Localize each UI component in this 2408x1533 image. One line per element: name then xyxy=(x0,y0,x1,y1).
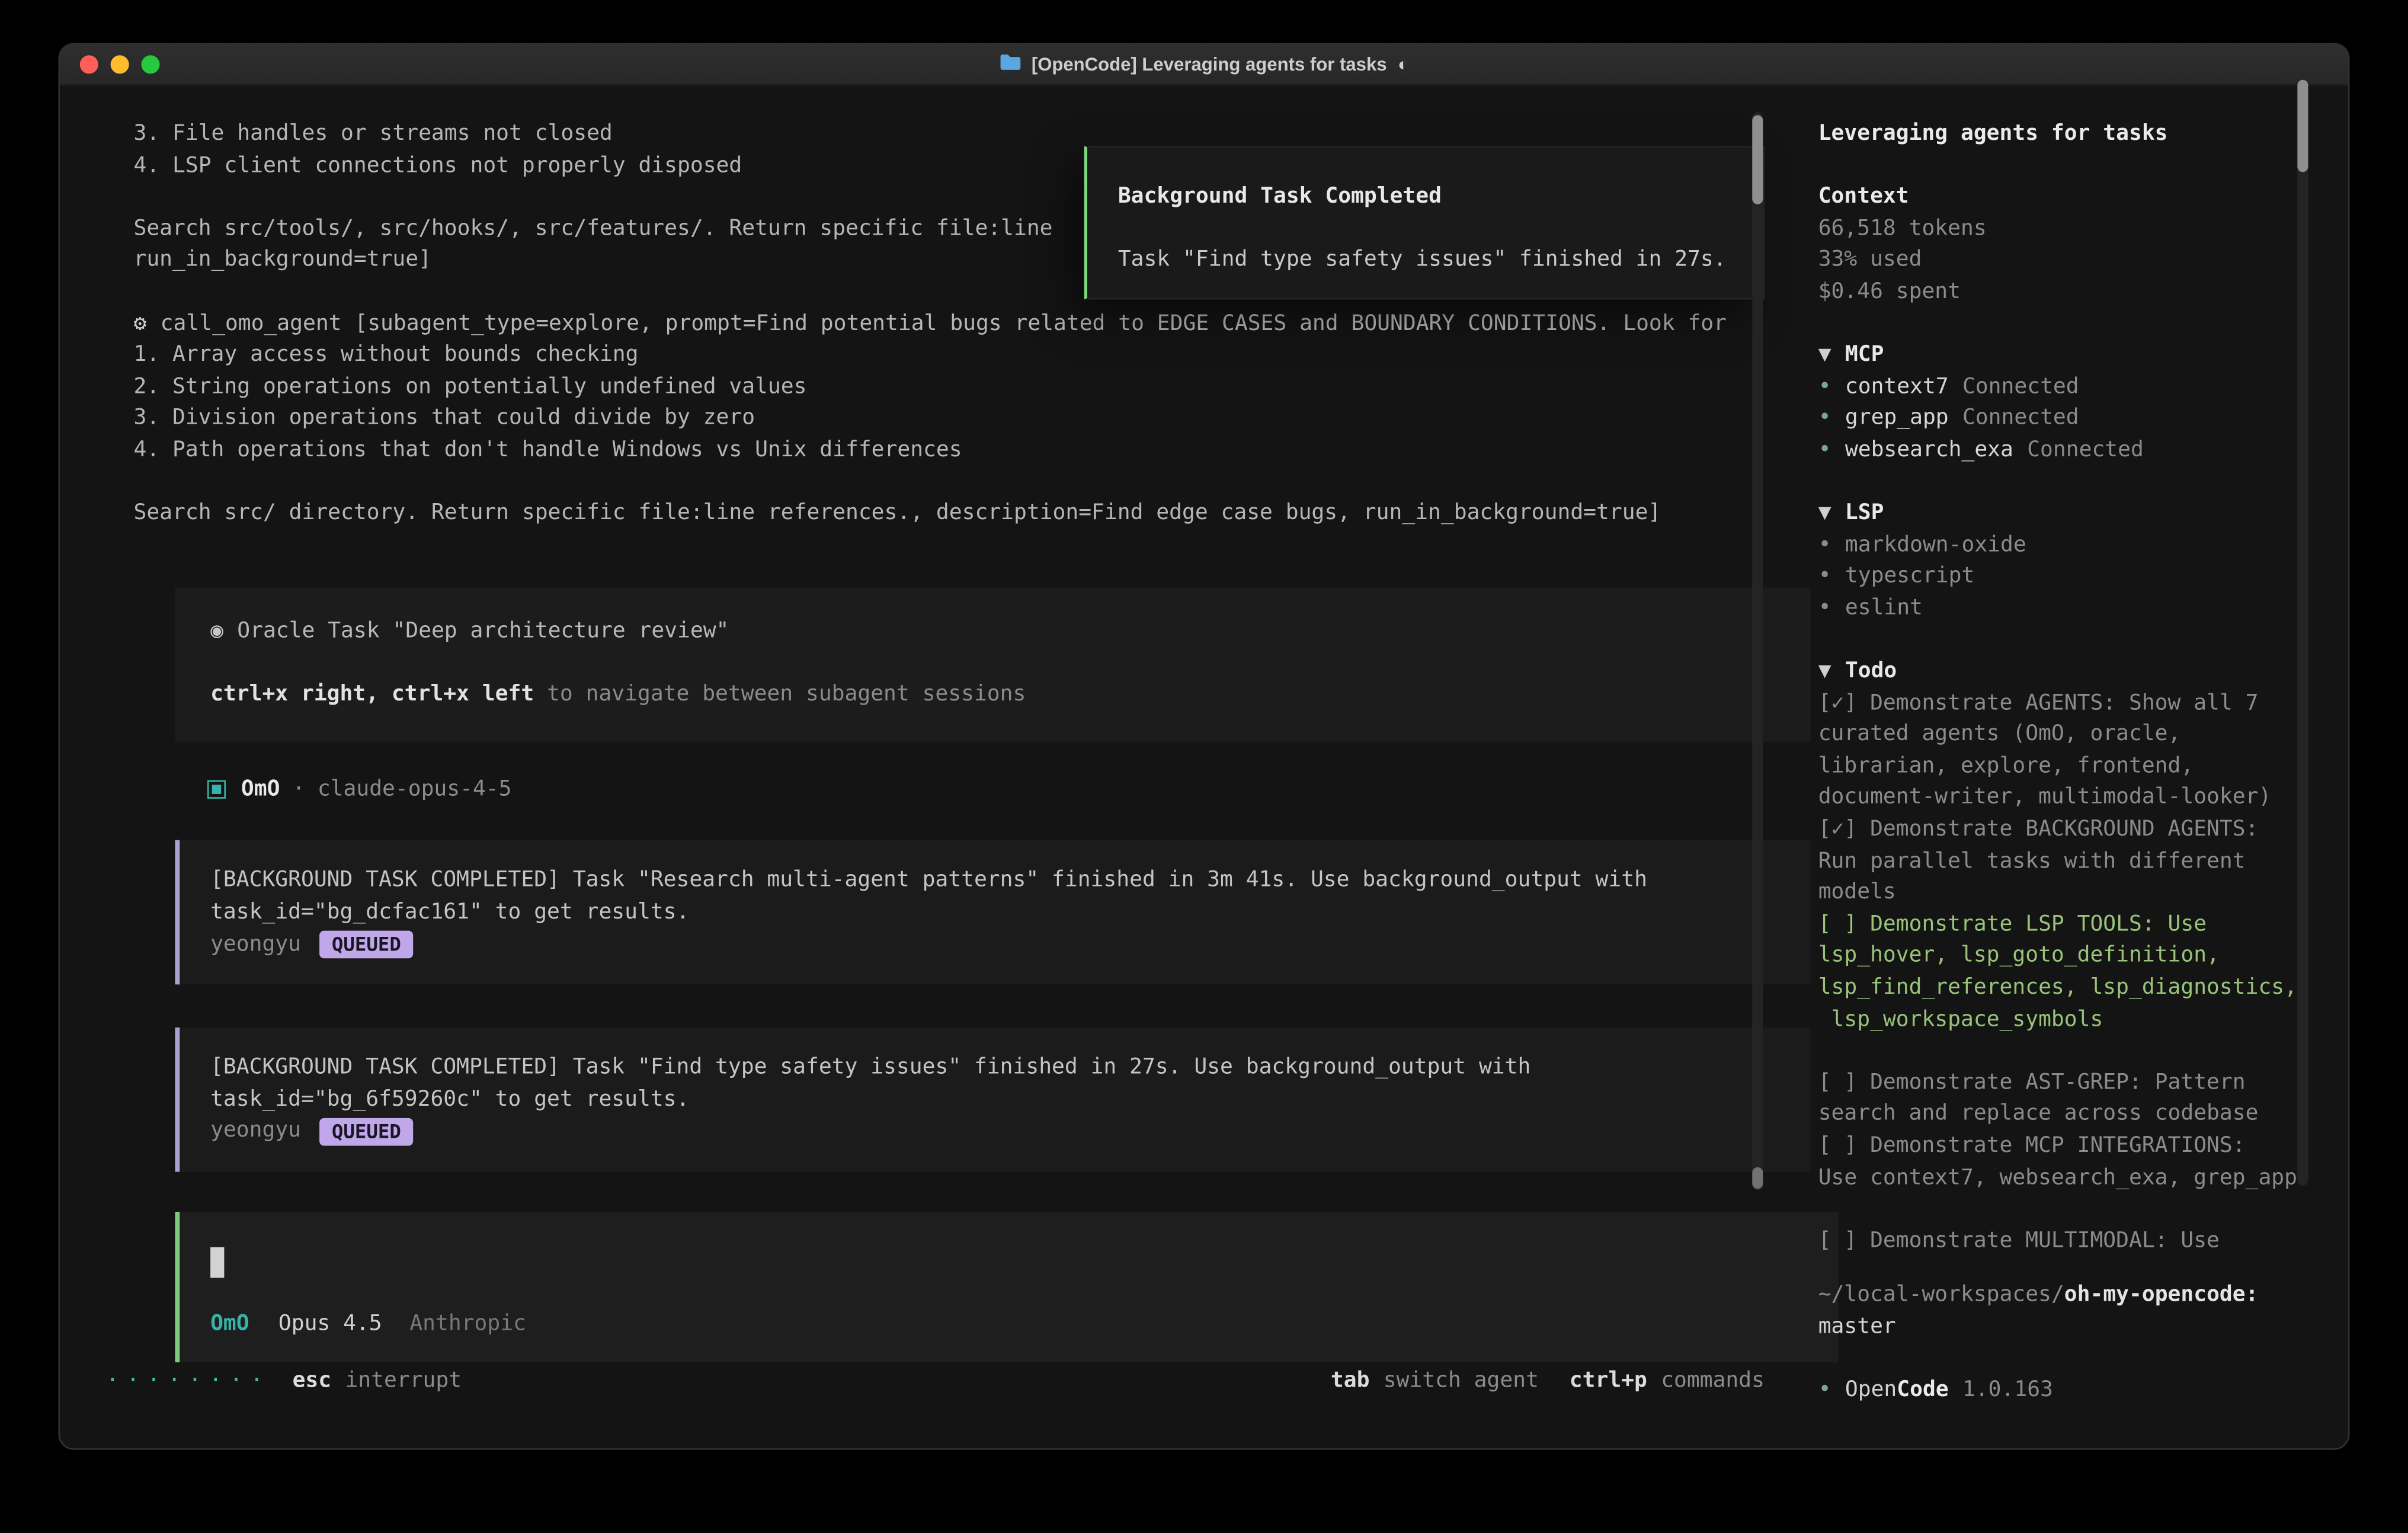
tool-call-item: 2. String operations on potentially unde… xyxy=(133,372,1795,403)
bullet-icon: • xyxy=(1818,372,1831,403)
interrupt-hint: esc interrupt xyxy=(293,1366,462,1397)
status-badge: QUEUED xyxy=(319,930,414,958)
lsp-item: •typescript xyxy=(1818,561,2348,593)
message-line: [BACKGROUND TASK COMPLETED] Task "Resear… xyxy=(210,865,1811,897)
input-model-name: Opus 4.5 xyxy=(278,1308,382,1340)
chevron-down-icon: ▼ xyxy=(1818,501,1831,525)
bullet-icon: • xyxy=(1818,434,1831,466)
tool-call-item: 1. Array access without bounds checking xyxy=(133,340,1795,371)
commands-hint: ctrl+p commands xyxy=(1570,1366,1765,1397)
context-used: 33% used xyxy=(1818,245,2348,276)
prompt-input[interactable]: OmO Opus 4.5 Anthropic xyxy=(175,1212,1838,1362)
main-scrollbar-thumb-bottom[interactable] xyxy=(1752,1167,1763,1189)
bullet-icon: • xyxy=(1818,593,1831,624)
mcp-item: •websearch_exaConnected xyxy=(1818,434,2348,466)
todo-item: [ ] Demonstrate MCP INTEGRATIONS: Use co… xyxy=(1818,1131,2301,1194)
omo-agent-icon xyxy=(207,780,226,799)
message-line: task_id="bg_6f59260c" to get results. xyxy=(210,1084,1811,1115)
version-line: • OpenCode 1.0.163 xyxy=(1818,1374,2325,1406)
context-tokens: 66,518 tokens xyxy=(1818,213,2348,245)
agent-model-indicator: OmO Opus 4.5 Anthropic xyxy=(210,1308,1838,1340)
input-agent-name: OmO xyxy=(210,1308,249,1340)
main-scrollbar-thumb[interactable] xyxy=(1752,115,1763,204)
oracle-hint-keys: ctrl+x right, ctrl+x left xyxy=(210,682,534,706)
session-sidebar[interactable]: Leveraging agents for tasks Context 66,5… xyxy=(1795,86,2348,1448)
message-block[interactable]: [BACKGROUND TASK COMPLETED] Task "Find t… xyxy=(175,1028,1810,1172)
traffic-lights xyxy=(80,44,160,84)
todo-section-header[interactable]: ▼Todo xyxy=(1818,656,2348,687)
tab-key: tab xyxy=(1331,1366,1370,1397)
chevron-down-icon: ▼ xyxy=(1818,343,1831,367)
folder-icon xyxy=(999,44,1020,84)
message-author: yeongyu xyxy=(210,929,301,960)
window-title: [OpenCode] Leveraging agents for tasks ◐ xyxy=(999,44,1408,84)
input-provider-name: Anthropic xyxy=(409,1308,526,1340)
agent-separator: · xyxy=(292,774,305,805)
status-bar: ········ esc interrupt tab switch agent … xyxy=(60,1366,1795,1397)
record-icon: ◉ xyxy=(210,619,223,643)
message-author: yeongyu xyxy=(210,1115,301,1147)
busy-spinner-icon: ········ xyxy=(106,1366,271,1397)
todo-item: [ ] Demonstrate AST-GREP: Pattern search… xyxy=(1818,1067,2301,1131)
bullet-icon: • xyxy=(1818,529,1831,561)
todo-item: [ ] Demonstrate MULTIMODAL: Use xyxy=(1818,1225,2301,1257)
sidebar-scrollbar[interactable] xyxy=(2297,80,2308,1186)
todo-item-active: [ ] Demonstrate LSP TOOLS: Use lsp_hover… xyxy=(1818,909,2301,1035)
close-button[interactable] xyxy=(80,55,98,73)
window-title-text: [OpenCode] Leveraging agents for tasks xyxy=(1032,44,1387,84)
main-scrollbar[interactable] xyxy=(1752,112,1763,1190)
minimize-button[interactable] xyxy=(111,55,129,73)
workspace-branch: master xyxy=(1818,1311,2325,1342)
agent-model: claude-opus-4-5 xyxy=(318,774,512,805)
esc-key: esc xyxy=(293,1366,332,1397)
bullet-icon: • xyxy=(1818,561,1831,593)
sidebar-scrollbar-thumb[interactable] xyxy=(2297,80,2308,172)
message-line: task_id="bg_dcfac161" to get results. xyxy=(210,897,1811,928)
agent-row: OmO · claude-opus-4-5 xyxy=(207,774,1795,805)
session-share-icon: ◐ xyxy=(1398,44,1409,84)
context-heading: Context xyxy=(1818,181,2348,213)
oracle-task-title: Oracle Task "Deep architecture review" xyxy=(237,619,729,643)
ctrl-p-key: ctrl+p xyxy=(1570,1366,1647,1397)
lsp-item: •markdown-oxide xyxy=(1818,529,2348,561)
bullet-icon: • xyxy=(1818,403,1831,434)
switch-agent-hint: tab switch agent xyxy=(1331,1366,1539,1397)
mcp-item: •context7Connected xyxy=(1818,372,2348,403)
mcp-section-header[interactable]: ▼MCP xyxy=(1818,340,2348,371)
agent-name: OmO xyxy=(241,774,280,805)
session-title: Leveraging agents for tasks xyxy=(1818,119,2348,150)
sidebar-footer: ~/local-workspaces/oh-my-opencode: maste… xyxy=(1818,1279,2325,1406)
oracle-task-panel[interactable]: ◉Oracle Task "Deep architecture review" … xyxy=(175,588,1810,741)
tool-call-closing: Search src/ directory. Return specific f… xyxy=(133,498,1795,529)
zoom-button[interactable] xyxy=(141,55,159,73)
workspace-path: ~/local-workspaces/oh-my-opencode: xyxy=(1818,1279,2325,1311)
todo-item: [✓] Demonstrate AGENTS: Show all 7 curat… xyxy=(1818,687,2301,814)
status-badge: QUEUED xyxy=(319,1118,414,1145)
lsp-item: •eslint xyxy=(1818,593,2348,624)
lsp-section-header[interactable]: ▼LSP xyxy=(1818,498,2348,529)
message-block[interactable]: [BACKGROUND TASK COMPLETED] Task "Resear… xyxy=(175,841,1810,985)
text-cursor xyxy=(210,1247,224,1278)
bullet-icon: • xyxy=(1818,1374,1831,1406)
tool-call-text: call_omo_agent [subagent_type=explore, p… xyxy=(161,311,1727,335)
titlebar[interactable]: [OpenCode] Leveraging agents for tasks ◐ xyxy=(60,44,2348,86)
todo-item: [✓] Demonstrate BACKGROUND AGENTS: Run p… xyxy=(1818,814,2301,909)
conversation-pane[interactable]: 3. File handles or streams not closed 4.… xyxy=(60,86,1795,1448)
mcp-item: •grep_appConnected xyxy=(1818,403,2348,434)
tool-call-item: 4. Path operations that don't handle Win… xyxy=(133,434,1795,466)
toast-title: Background Task Completed xyxy=(1118,181,1763,213)
message-line: [BACKGROUND TASK COMPLETED] Task "Find t… xyxy=(210,1052,1811,1084)
background-task-toast[interactable]: Background Task Completed Task "Find typ… xyxy=(1084,146,1765,299)
desktop: [OpenCode] Leveraging agents for tasks ◐… xyxy=(0,0,2408,1533)
oracle-hint-text: to navigate between subagent sessions xyxy=(534,682,1026,706)
toast-body: Task "Find type safety issues" finished … xyxy=(1118,245,1763,276)
scrollback-line: 3. File handles or streams not closed xyxy=(133,119,1795,150)
tool-call-line: ⚙ call_omo_agent [subagent_type=explore, … xyxy=(133,308,1795,340)
chevron-down-icon: ▼ xyxy=(1818,659,1831,683)
context-spent: $0.46 spent xyxy=(1818,276,2348,308)
version-number: 1.0.163 xyxy=(1962,1374,2053,1406)
gear-icon: ⚙ xyxy=(133,311,146,335)
tool-call-item: 3. Division operations that could divide… xyxy=(133,403,1795,434)
opencode-window: [OpenCode] Leveraging agents for tasks ◐… xyxy=(58,43,2349,1450)
